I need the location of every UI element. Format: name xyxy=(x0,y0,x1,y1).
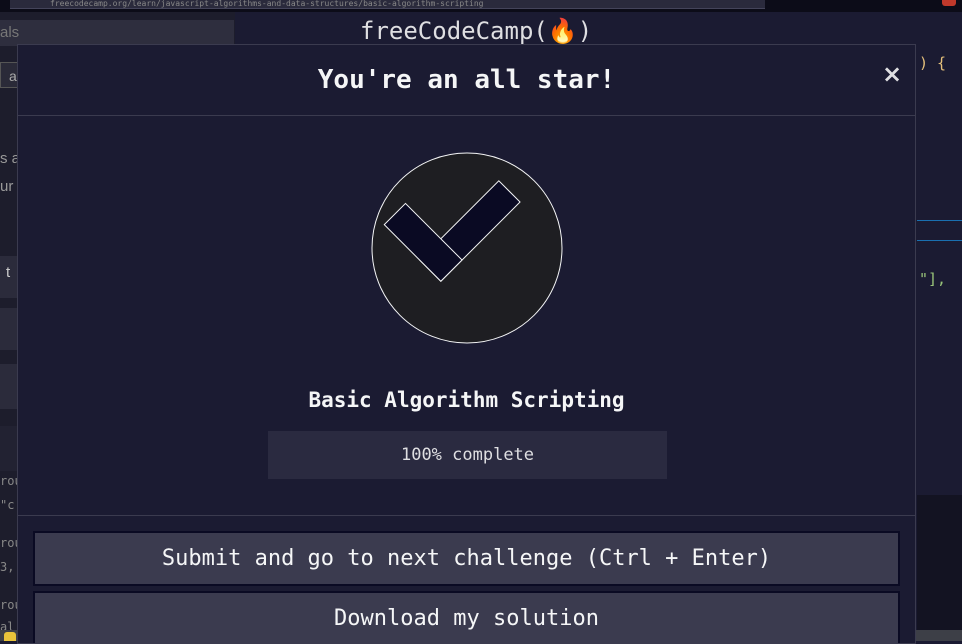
panel-tab[interactable]: als xyxy=(0,20,234,46)
editor-code-line: "], xyxy=(919,270,947,288)
modal-header: You're an all star! × xyxy=(18,45,915,116)
code-line: rou xyxy=(0,536,18,550)
editor-divider xyxy=(917,240,962,241)
code-editor[interactable] xyxy=(917,44,962,494)
footer-divider xyxy=(18,515,915,516)
download-solution-button[interactable]: Download my solution xyxy=(33,591,900,643)
window-close-button[interactable] xyxy=(942,0,956,6)
modal-title: You're an all star! xyxy=(317,65,616,95)
progress-bar: 100% complete xyxy=(268,431,667,479)
progress-label: 100% complete xyxy=(400,445,535,465)
fcc-logo[interactable]: freeCodeCamp(🔥) xyxy=(360,14,592,48)
close-icon[interactable]: × xyxy=(880,59,904,89)
code-line: "c xyxy=(0,498,15,512)
editor-code-line: ) { xyxy=(919,54,947,72)
address-text: freecodecamp.org/learn/javascript-algori… xyxy=(50,0,484,8)
browser-toolbar: freecodecamp.org/learn/javascript-algori… xyxy=(0,0,962,12)
address-bar[interactable]: freecodecamp.org/learn/javascript-algori… xyxy=(10,0,765,9)
taskbar-app-icon[interactable] xyxy=(4,632,16,641)
certification-title: Basic Algorithm Scripting xyxy=(308,388,625,412)
code-block xyxy=(0,308,18,350)
checkmark-icon xyxy=(371,152,563,344)
code-block xyxy=(0,426,18,471)
editor-divider xyxy=(917,220,962,221)
code-line: 3, xyxy=(0,560,15,574)
submit-next-button[interactable]: Submit and go to next challenge (Ctrl + … xyxy=(33,531,900,586)
completion-modal: You're an all star! × Basic Algorithm Sc… xyxy=(17,44,916,644)
console-panel xyxy=(917,495,962,630)
code-line: rou xyxy=(0,474,18,488)
code-block xyxy=(0,364,18,409)
code-line: rou xyxy=(0,598,18,612)
